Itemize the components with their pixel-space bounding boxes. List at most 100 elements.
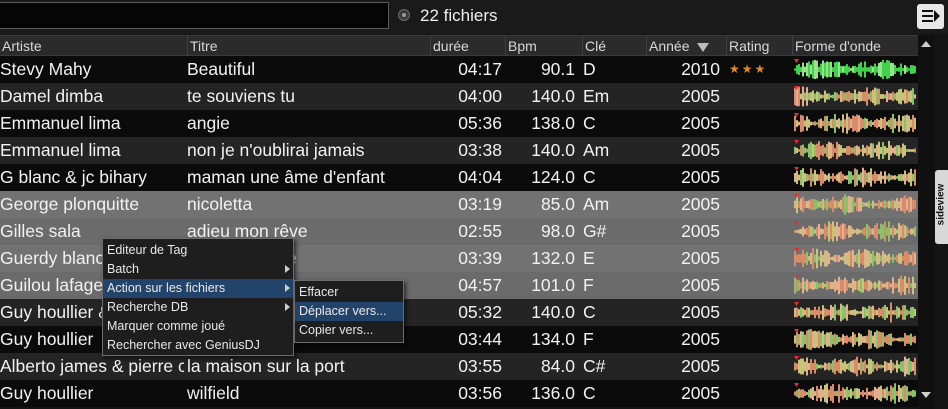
waveform-bar [820,118,822,129]
rating-cell [729,353,791,380]
waveform-bar [846,386,848,401]
table-row[interactable]: Emmanuel lima non je n'oublirai jamais 03:… [0,137,918,164]
waveform-bar [898,67,900,72]
cue-marker-icon [794,329,799,333]
waveform-bar [848,283,850,288]
waveform-bar [862,336,864,343]
table-row[interactable]: Emmanuel lima angie 05:36 138.0 C 2005 [0,110,918,137]
submenu-item[interactable]: Effacer [295,283,403,302]
header-bpm[interactable]: Bpm [505,36,582,56]
waveform-bar [874,203,876,206]
header-year[interactable]: Année [646,36,726,56]
waveform-bar [914,357,916,376]
waveform-bar [866,172,868,183]
waveform-bar [864,202,866,207]
waveform-bar [904,251,906,266]
waveform-bar [840,359,842,374]
table-row[interactable]: Stevy Mahy Beautiful 04:17 90.1 D 2010 ★★★ [0,56,918,83]
waveform-bar [876,362,878,371]
waveform-bar [900,63,902,76]
waveform-bar [848,337,850,342]
scroll-up-icon[interactable] [921,41,931,47]
waveform-bar [890,385,892,402]
context-menu-item[interactable]: Action sur les fichiers [103,279,293,298]
context-menu-item[interactable]: Rechercher avec GeniusDJ [103,336,293,355]
column-header: Artiste Titre durée Bpm Clé Année Rating… [0,35,918,56]
waveform-bar [880,255,882,262]
waveform-bar [896,92,898,101]
waveform-bar [842,114,844,133]
context-menu-item[interactable]: Editeur de Tag [103,241,293,260]
waveform-bar [894,256,896,261]
rating-cell [729,110,791,137]
waveform-bar [898,278,900,293]
waveform-bar [812,386,814,401]
waveform-bar [856,93,858,100]
waveform-bar [898,145,900,156]
artist-cell: Emmanuel lima [0,140,121,160]
artist-cell: Stevy Mahy [0,59,92,79]
waveform-bar [836,334,838,345]
waveform-bar [850,196,852,213]
waveform-bar [896,198,898,211]
waveform-bar [822,144,824,157]
waveform-bar [884,361,886,372]
waveform-bar [862,119,864,128]
scrollbar[interactable] [918,35,934,409]
waveform-bar [856,67,858,72]
waveform-bar [816,174,818,181]
waveform-bar [806,307,808,318]
waveform-bar [886,121,888,126]
context-menu-item[interactable]: Recherche DB [103,298,293,317]
table-row[interactable]: Alberto james & pierre courla maison sur… [0,353,918,380]
waveform-thumbnail [794,113,916,134]
list-menu-button[interactable] [917,4,944,29]
header-waveform[interactable]: Forme d'onde [792,36,918,56]
search-input[interactable] [0,2,389,29]
waveform-bar [850,250,852,267]
waveform-bar [860,149,862,152]
waveform-bar [860,253,862,264]
waveform-thumbnail [794,194,916,215]
table-row[interactable]: G blanc & jc bihary maman une âme d'enfan… [0,164,918,191]
scroll-down-icon[interactable] [921,392,931,398]
waveform-bar [914,117,916,130]
waveform-bar [912,199,914,210]
context-menu-item[interactable]: Marquer comme joué [103,317,293,336]
waveform-bar [806,62,808,77]
context-menu-item[interactable]: Batch [103,260,293,279]
waveform-bar [852,309,854,316]
waveform-bar [794,200,796,209]
waveform-bar [810,388,812,399]
header-title[interactable]: Titre [187,36,430,56]
submenu-item[interactable]: Déplacer vers... [295,302,403,321]
waveform-bar [900,198,902,211]
waveform-bar [912,276,914,295]
table-row[interactable]: Damel dimba te souviens tu 04:00 140.0 Em 200… [0,83,918,110]
table-row[interactable]: Guy houllier wilfield 03:56 136.0 C 2005 [0,380,918,407]
waveform-bar [824,384,826,403]
search-option-radio[interactable] [398,9,410,21]
waveform-bar [848,389,850,398]
waveform-bar [842,279,844,292]
header-artist[interactable]: Artiste [0,36,187,56]
bpm-cell: 90.1 [540,59,575,79]
artist-cell: George plonquitte [0,194,140,214]
waveform-bar [850,310,852,315]
waveform-bar [834,304,836,321]
header-key[interactable]: Clé [582,36,646,56]
waveform-bar [834,333,836,346]
waveform-bar [840,303,842,322]
submenu-item[interactable]: Copier vers... [295,321,403,340]
waveform-bar [890,175,892,180]
header-rating[interactable]: Rating [726,36,792,56]
header-duration[interactable]: durée [430,36,505,56]
waveform-bar [798,280,800,291]
table-row[interactable]: George plonquitte nicoletta 03:19 85.0 Am 200… [0,191,918,218]
waveform-bar [868,279,870,292]
waveform-bar [862,92,864,101]
title-cell: non je n'oublirai jamais [187,140,365,160]
waveform-bar [810,359,812,374]
sideview-tab[interactable]: sideview [935,170,948,244]
waveform-bar [914,252,916,265]
